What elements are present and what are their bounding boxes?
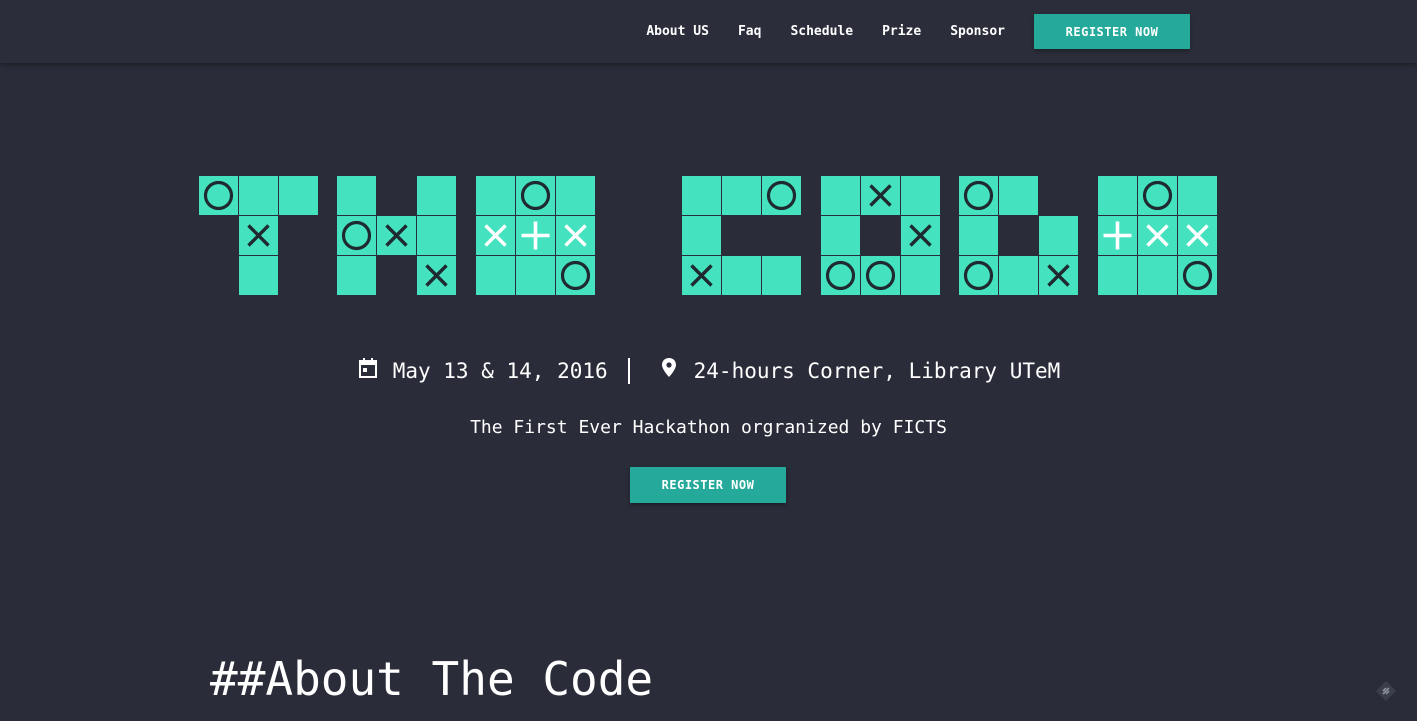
logo-cell xyxy=(337,256,376,295)
logo-cell xyxy=(337,176,376,215)
logo-cell xyxy=(1039,216,1078,255)
about-section-title: ##About The Code xyxy=(210,652,654,706)
the-code-logo xyxy=(199,176,1218,296)
logo-cell xyxy=(1098,256,1137,295)
nav-link-about-us[interactable]: About US xyxy=(646,24,709,39)
event-location: 24-hours Corner, Library UTeM xyxy=(693,359,1061,383)
feather-icon[interactable] xyxy=(1374,679,1398,703)
logo-cell xyxy=(682,176,721,215)
event-meta: May 13 & 14, 2016 24-hours Corner, Libra… xyxy=(0,354,1417,388)
logo-cell xyxy=(722,256,761,295)
calendar-icon xyxy=(357,357,379,379)
logo-cell xyxy=(682,216,721,255)
logo-cell xyxy=(279,176,318,215)
nav-link-schedule[interactable]: Schedule xyxy=(790,24,853,39)
logo-cell xyxy=(556,176,595,215)
nav-links: About US Faq Schedule Prize Sponsor REGI… xyxy=(646,14,1190,49)
logo-cell xyxy=(239,256,278,295)
event-date: May 13 & 14, 2016 xyxy=(392,359,608,383)
logo-cell xyxy=(999,176,1038,215)
logo-cell xyxy=(821,216,860,255)
logo-cell xyxy=(901,176,940,215)
logo-cell xyxy=(722,176,761,215)
logo-cell xyxy=(417,216,456,255)
nav-link-sponsor[interactable]: Sponsor xyxy=(950,24,1005,39)
logo-cell xyxy=(417,176,456,215)
map-pin-icon xyxy=(658,357,680,379)
nav-link-faq[interactable]: Faq xyxy=(738,24,761,39)
logo-cell xyxy=(959,216,998,255)
meta-divider xyxy=(627,358,630,384)
nav-register-button[interactable]: REGISTER NOW xyxy=(1034,14,1190,49)
logo-cell xyxy=(999,256,1038,295)
the-code-logo-graphic xyxy=(199,176,1217,295)
logo-cell xyxy=(1178,176,1217,215)
nav-link-prize[interactable]: Prize xyxy=(882,24,921,39)
logo-cell xyxy=(516,256,555,295)
logo-cell xyxy=(476,176,515,215)
logo-cell xyxy=(476,256,515,295)
logo-cell xyxy=(239,176,278,215)
top-navbar: About US Faq Schedule Prize Sponsor REGI… xyxy=(0,0,1417,63)
logo-cell xyxy=(762,256,801,295)
logo-cell xyxy=(1138,256,1177,295)
logo-cell xyxy=(1098,176,1137,215)
logo-cell xyxy=(821,176,860,215)
logo-cell xyxy=(901,256,940,295)
tagline: The First Ever Hackathon orgranized by F… xyxy=(470,417,947,438)
hero-register-button[interactable]: REGISTER NOW xyxy=(630,467,786,503)
